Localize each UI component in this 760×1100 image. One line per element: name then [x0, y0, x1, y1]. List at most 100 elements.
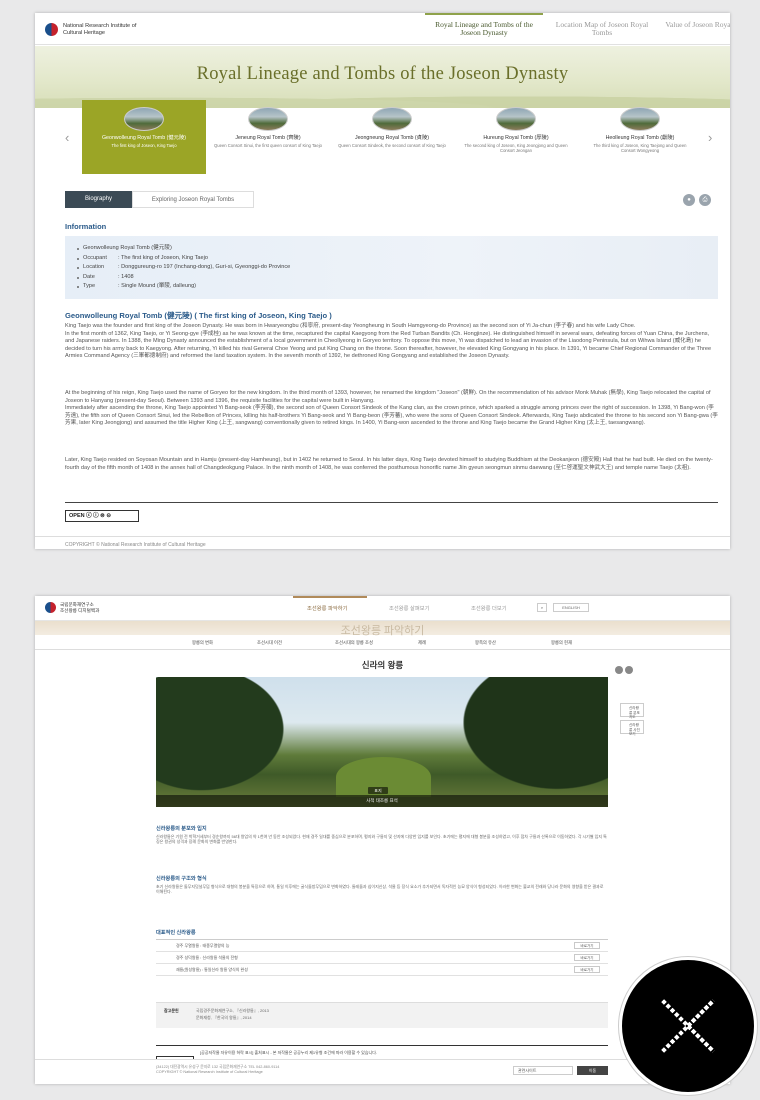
tomb-occupant: The second king of Joseon, King Jeongjon… — [464, 143, 568, 153]
info-item: Type: Single Mound (單陵, dalleung) — [77, 282, 718, 292]
tomb-thumbnail — [620, 107, 660, 131]
tomb-name: Jeongneung Royal Tomb (貞陵) — [354, 135, 430, 141]
institute-logo-icon[interactable] — [45, 23, 58, 36]
tomb-occupant: Queen Consort Sinui, the first queen con… — [214, 143, 322, 148]
side-tab-map[interactable]: 신라왕릉 분포지도 — [620, 703, 644, 719]
family-site-select[interactable]: 관련사이트 — [513, 1066, 573, 1075]
info-item: Occupant : The first king of Joseon, King… — [77, 254, 718, 264]
institute-name[interactable]: National Research Institute of Cultural … — [63, 23, 143, 36]
active-nav-indicator — [293, 596, 367, 598]
nav-understand[interactable]: 조선왕릉 파악하기 — [307, 604, 347, 612]
photo-caption: 사적 태조릉 표석 — [156, 795, 608, 807]
subnav-item[interactable]: 제례 — [418, 640, 426, 646]
info-label: Type — [83, 283, 96, 289]
footer-divider — [35, 536, 730, 537]
institute-logo-icon[interactable] — [45, 602, 56, 613]
tomb-occupant: The third king of Joseon, King Taejong a… — [593, 143, 687, 153]
site-footer: (34122) 대전광역시 유성구 문지로 132 국립문화재연구소 TEL 0… — [35, 1059, 730, 1084]
carousel-prev-arrow-icon[interactable]: ‹ — [65, 130, 69, 145]
sub-navigation: 왕릉의 변화 조선시대 이전 조선시대의 왕릉 조성 제례 왕족의 유산 왕릉의… — [35, 636, 730, 650]
pine-trees-right — [438, 677, 608, 807]
info-value: : The first king of Joseon, King Taejo — [118, 254, 208, 261]
tomb-name: Hureung Royal Tomb (厚陵) — [483, 135, 549, 141]
list-item: 괘릉(원성왕릉) : 통일신라 왕릉 양식의 완성 바로가기 — [156, 964, 608, 976]
list-item-title: 경주 무열왕릉 : 태종무열왕의 능 — [176, 943, 230, 948]
info-box: Geonwolleung Royal Tomb (健元陵) Occupant : … — [65, 236, 718, 299]
license-label: OPEN — [69, 513, 85, 519]
content-divider — [65, 502, 718, 503]
language-select[interactable]: ENGLISH — [553, 603, 589, 612]
tomb-photo: 표지 사적 태조릉 표석 — [156, 677, 608, 807]
subnav-item[interactable]: 왕릉의 현재 — [551, 640, 572, 646]
tomb-name: Geonwolleung Royal Tomb (健元陵) — [101, 135, 187, 141]
tab-biography[interactable]: Biography — [65, 191, 132, 208]
page-title: Royal Lineage and Tombs of the Joseon Dy… — [196, 64, 569, 84]
go-button[interactable]: 바로가기 — [574, 942, 600, 949]
tomb-name: Jeneung Royal Tomb (齊陵) — [235, 135, 301, 141]
carousel-card-geonwolleung[interactable]: Geonwolleung Royal Tomb (健元陵) The first … — [82, 100, 206, 174]
info-label: Geonwolleung Royal Tomb (健元陵) — [83, 245, 172, 251]
cc-icons: ⓒ ⓘ ⊜ ⊝ — [86, 513, 111, 519]
print-icon[interactable] — [625, 666, 633, 674]
site-header: 국립문화재연구소 조선왕릉 디지털백과 조선왕릉 파악하기 조선왕릉 살펴보기 … — [35, 596, 730, 621]
top-screenshot: National Research Institute of Cultural … — [35, 13, 730, 549]
page-tools — [613, 661, 633, 679]
nav-more[interactable]: 조선왕릉 더보기 — [471, 604, 507, 612]
section-heading: 신라왕릉의 분포와 입지 — [156, 826, 207, 832]
close-button[interactable] — [619, 957, 757, 1095]
biography-paragraph: Later, King Taejo resided on Soyosan Mou… — [65, 457, 713, 471]
section-paragraph: 신라왕릉은 기원 전 박혁거세부터 경순왕까지 56대 왕업의 약 1천여 년 … — [156, 834, 607, 845]
nav-location-map[interactable]: Location Map of Joseon Royal Tombs — [547, 21, 657, 37]
info-label: Location — [83, 264, 105, 270]
subnav-item[interactable]: 왕족의 유산 — [475, 640, 496, 646]
tomb-occupant: The first king of Joseon, King Taejo — [111, 143, 177, 148]
subnav-item[interactable]: 조선시대 이전 — [257, 640, 282, 646]
section-paragraph: 초기 신라왕릉은 돌무지덧널무덤 형식으로 대형의 봉분을 특징으로 하며, 통… — [156, 884, 604, 895]
search-icon[interactable]: ⌕ — [537, 603, 547, 612]
share-icon[interactable] — [615, 666, 623, 674]
carousel-card-jeneung[interactable]: Jeneung Royal Tomb (齊陵) Queen Consort Si… — [206, 100, 330, 174]
go-button[interactable]: 바로가기 — [574, 954, 600, 961]
info-item: Location: Donggureung-ro 197 (Inchang-do… — [77, 263, 718, 273]
info-heading: Information — [65, 222, 107, 231]
title-banner: 조선왕릉 파악하기 — [35, 621, 730, 637]
nav-explore[interactable]: 조선왕릉 살펴보기 — [389, 604, 429, 612]
list-item: 경주 무열왕릉 : 태종무열왕의 능 바로가기 — [156, 940, 608, 952]
side-tab-photos[interactable]: 신라왕릉 사진보기 — [620, 720, 644, 736]
family-site-go-button[interactable]: 이동 — [577, 1066, 608, 1075]
copyright-text: COPYRIGHT © National Research Institute … — [65, 542, 206, 548]
references-label: 참고문헌 — [164, 1008, 179, 1013]
info-label: Occupant — [83, 254, 107, 261]
tab-exploring[interactable]: Exploring Joseon Royal Tombs — [132, 191, 254, 208]
info-item: Geonwolleung Royal Tomb (健元陵) — [77, 244, 718, 254]
photo-tag[interactable]: 표지 — [368, 787, 388, 794]
site-header: National Research Institute of Cultural … — [35, 13, 730, 45]
tomb-carousel: ‹ Geonwolleung Royal Tomb (健元陵) The firs… — [35, 100, 730, 174]
tomb-thumbnail — [248, 107, 288, 131]
nav-value[interactable]: Value of Joseon Royal Tombs — [665, 21, 730, 29]
biography-heading: Geonwolleung Royal Tomb (健元陵) ( The firs… — [65, 311, 332, 320]
carousel-card-jeongneung[interactable]: Jeongneung Royal Tomb (貞陵) Queen Consort… — [330, 100, 454, 174]
tomb-thumbnail — [124, 107, 164, 131]
footer-text: (34122) 대전광역시 유성구 문지로 132 국립문화재연구소 TEL 0… — [156, 1065, 280, 1074]
institute-name[interactable]: 국립문화재연구소 조선왕릉 디지털백과 — [60, 602, 99, 613]
section-heading: 대표적인 신라왕릉 — [156, 930, 196, 936]
references-box: 참고문헌 국립경주문화재연구소, 『신라왕릉』, 2013 문화재청, 『한국의… — [156, 1002, 608, 1028]
nav-royal-lineage[interactable]: Royal Lineage and Tombs of the Joseon Dy… — [427, 21, 541, 37]
share-icon[interactable]: ● — [683, 194, 695, 206]
carousel-card-heolleung[interactable]: Heolleung Royal Tomb (獻陵) The third king… — [578, 100, 702, 174]
biography-paragraph: King Taejo was the founder and first kin… — [65, 323, 712, 360]
carousel-card-hureung[interactable]: Hureung Royal Tomb (厚陵) The second king … — [454, 100, 578, 174]
open-license-badge[interactable]: OPEN ⓒ ⓘ ⊜ ⊝ — [65, 510, 139, 522]
info-value: : 1408 — [118, 273, 134, 280]
reference-item: 국립경주문화재연구소, 『신라왕릉』, 2013 — [196, 1008, 269, 1013]
pine-trees-left — [156, 677, 306, 807]
info-item: Date: 1408 — [77, 273, 718, 283]
reference-item: 문화재청, 『한국의 왕릉』, 2014 — [196, 1015, 252, 1020]
list-item: 경주 성덕왕릉 : 신라왕릉 석물의 전형 바로가기 — [156, 952, 608, 964]
carousel-next-arrow-icon[interactable]: › — [708, 130, 712, 145]
subnav-item[interactable]: 조선시대의 왕릉 조성 — [335, 640, 373, 646]
go-button[interactable]: 바로가기 — [574, 966, 600, 973]
print-icon[interactable]: ⎙ — [699, 194, 711, 206]
subnav-item[interactable]: 왕릉의 변화 — [192, 640, 213, 646]
